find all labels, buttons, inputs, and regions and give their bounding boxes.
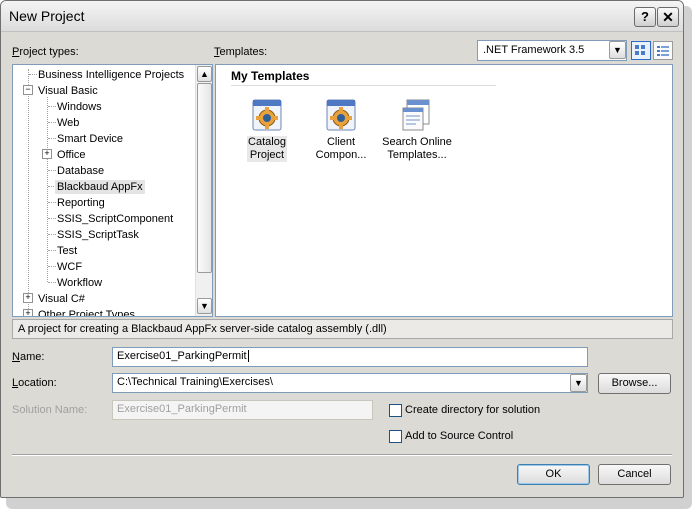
tree-item-ssis-scripttask[interactable]: SSIS_ScriptTask xyxy=(57,228,139,242)
browse-button[interactable]: Browse... xyxy=(598,373,671,394)
tree-line xyxy=(48,170,56,171)
tree-line xyxy=(48,202,56,203)
templates-label: Templates: xyxy=(214,46,268,58)
template-caption-line2: Project xyxy=(249,149,285,161)
group-divider xyxy=(231,85,496,86)
tree-item-test[interactable]: Test xyxy=(57,244,77,258)
solution-name-label: Solution Name: xyxy=(12,404,88,416)
small-icons-view-button[interactable] xyxy=(653,41,673,60)
template-search-online[interactable]: Search Online Templates... xyxy=(379,98,455,162)
source-control-checkbox[interactable] xyxy=(389,430,402,443)
tree-item-windows[interactable]: Windows xyxy=(57,100,102,114)
tree-item-database[interactable]: Database xyxy=(57,164,104,178)
my-templates-heading: My Templates xyxy=(231,69,310,83)
tree-item-business-intelligence[interactable]: Business Intelligence Projects xyxy=(38,68,184,82)
tree-line xyxy=(48,282,56,283)
tree-item-visual-basic[interactable]: Visual Basic xyxy=(38,84,98,98)
framework-selected: .NET Framework 3.5 xyxy=(483,44,585,56)
scroll-thumb[interactable] xyxy=(197,83,212,273)
template-client-component[interactable]: Client Compon... xyxy=(305,98,377,162)
tree-item-smart-device[interactable]: Smart Device xyxy=(57,132,123,146)
tree-item-other-project-types[interactable]: Other Project Types xyxy=(38,308,135,316)
source-control-label[interactable]: Add to Source Control xyxy=(405,430,513,442)
template-catalog-project[interactable]: Catalog Project xyxy=(231,98,303,162)
tree-item-web[interactable]: Web xyxy=(57,116,79,130)
tree-line xyxy=(48,250,56,251)
location-field[interactable]: C:\Technical Training\Exercises\ xyxy=(112,373,588,393)
template-caption-line2: Templates... xyxy=(387,149,447,161)
template-caption-line1: Catalog xyxy=(248,136,286,148)
template-caption-line2: Compon... xyxy=(315,149,367,161)
create-directory-label[interactable]: Create directory for solution xyxy=(405,404,540,416)
close-button[interactable]: ✕ xyxy=(657,7,679,27)
project-types-label: Project types: xyxy=(12,46,79,58)
scroll-down-button[interactable]: ▼ xyxy=(197,298,212,314)
expand-icon[interactable]: + xyxy=(42,149,52,159)
ok-button[interactable]: OK xyxy=(517,464,590,485)
framework-select[interactable]: .NET Framework 3.5 xyxy=(477,40,627,61)
template-caption-line1: Search Online xyxy=(382,136,452,148)
location-label: Location: xyxy=(12,377,57,389)
new-project-dialog: New Project ? ✕ Project types: Templates… xyxy=(0,0,684,498)
tree-line xyxy=(47,97,48,282)
tree-item-visual-csharp[interactable]: Visual C# xyxy=(38,292,85,306)
tree-item-ssis-scriptcomponent[interactable]: SSIS_ScriptComponent xyxy=(57,212,173,226)
list-view-icon xyxy=(657,46,669,56)
name-label: Name: xyxy=(12,351,45,363)
tree-item-office[interactable]: Office xyxy=(57,148,86,162)
scroll-up-button[interactable]: ▲ xyxy=(197,66,212,82)
tree-item-reporting[interactable]: Reporting xyxy=(57,196,105,210)
tree-line xyxy=(48,266,56,267)
large-icons-view-button[interactable] xyxy=(631,41,651,60)
name-field[interactable]: Exercise01_ParkingPermit xyxy=(112,347,588,367)
gear-project-icon xyxy=(250,98,284,132)
tree-line xyxy=(29,74,37,75)
footer-separator xyxy=(12,454,672,456)
project-types-tree[interactable]: Business Intelligence Projects − Visual … xyxy=(12,64,213,317)
tree-item-wcf[interactable]: WCF xyxy=(57,260,82,274)
tree-line xyxy=(48,122,56,123)
expand-icon[interactable]: + xyxy=(23,293,33,303)
templates-panel[interactable]: My Templates Catalog Project Client Comp… xyxy=(215,64,673,317)
expand-icon[interactable]: + xyxy=(23,309,33,316)
tree-line xyxy=(48,106,56,107)
solution-name-field: Exercise01_ParkingPermit xyxy=(112,400,373,420)
create-directory-checkbox[interactable] xyxy=(389,404,402,417)
tree-line xyxy=(48,138,56,139)
template-caption-line1: Client xyxy=(326,136,356,148)
title-bar: New Project ? ✕ xyxy=(1,1,683,32)
tree-line xyxy=(48,234,56,235)
template-description: A project for creating a Blackbaud AppFx… xyxy=(12,319,673,339)
online-templates-icon xyxy=(400,98,434,132)
tree-line xyxy=(28,69,29,316)
help-button[interactable]: ? xyxy=(634,7,656,27)
tree-line xyxy=(48,218,56,219)
tree-scrollbar[interactable]: ▲ ▼ xyxy=(195,65,212,316)
window-title: New Project xyxy=(9,8,85,24)
collapse-icon[interactable]: − xyxy=(23,85,33,95)
location-dropdown-arrow[interactable]: ▼ xyxy=(570,374,587,392)
tree-item-workflow[interactable]: Workflow xyxy=(57,276,102,290)
gear-project-icon xyxy=(324,98,358,132)
large-icons-icon xyxy=(635,45,645,55)
tree-item-blackbaud-appfx[interactable]: Blackbaud AppFx xyxy=(55,180,145,194)
framework-dropdown-arrow[interactable]: ▼ xyxy=(609,41,626,59)
cancel-button[interactable]: Cancel xyxy=(598,464,671,485)
